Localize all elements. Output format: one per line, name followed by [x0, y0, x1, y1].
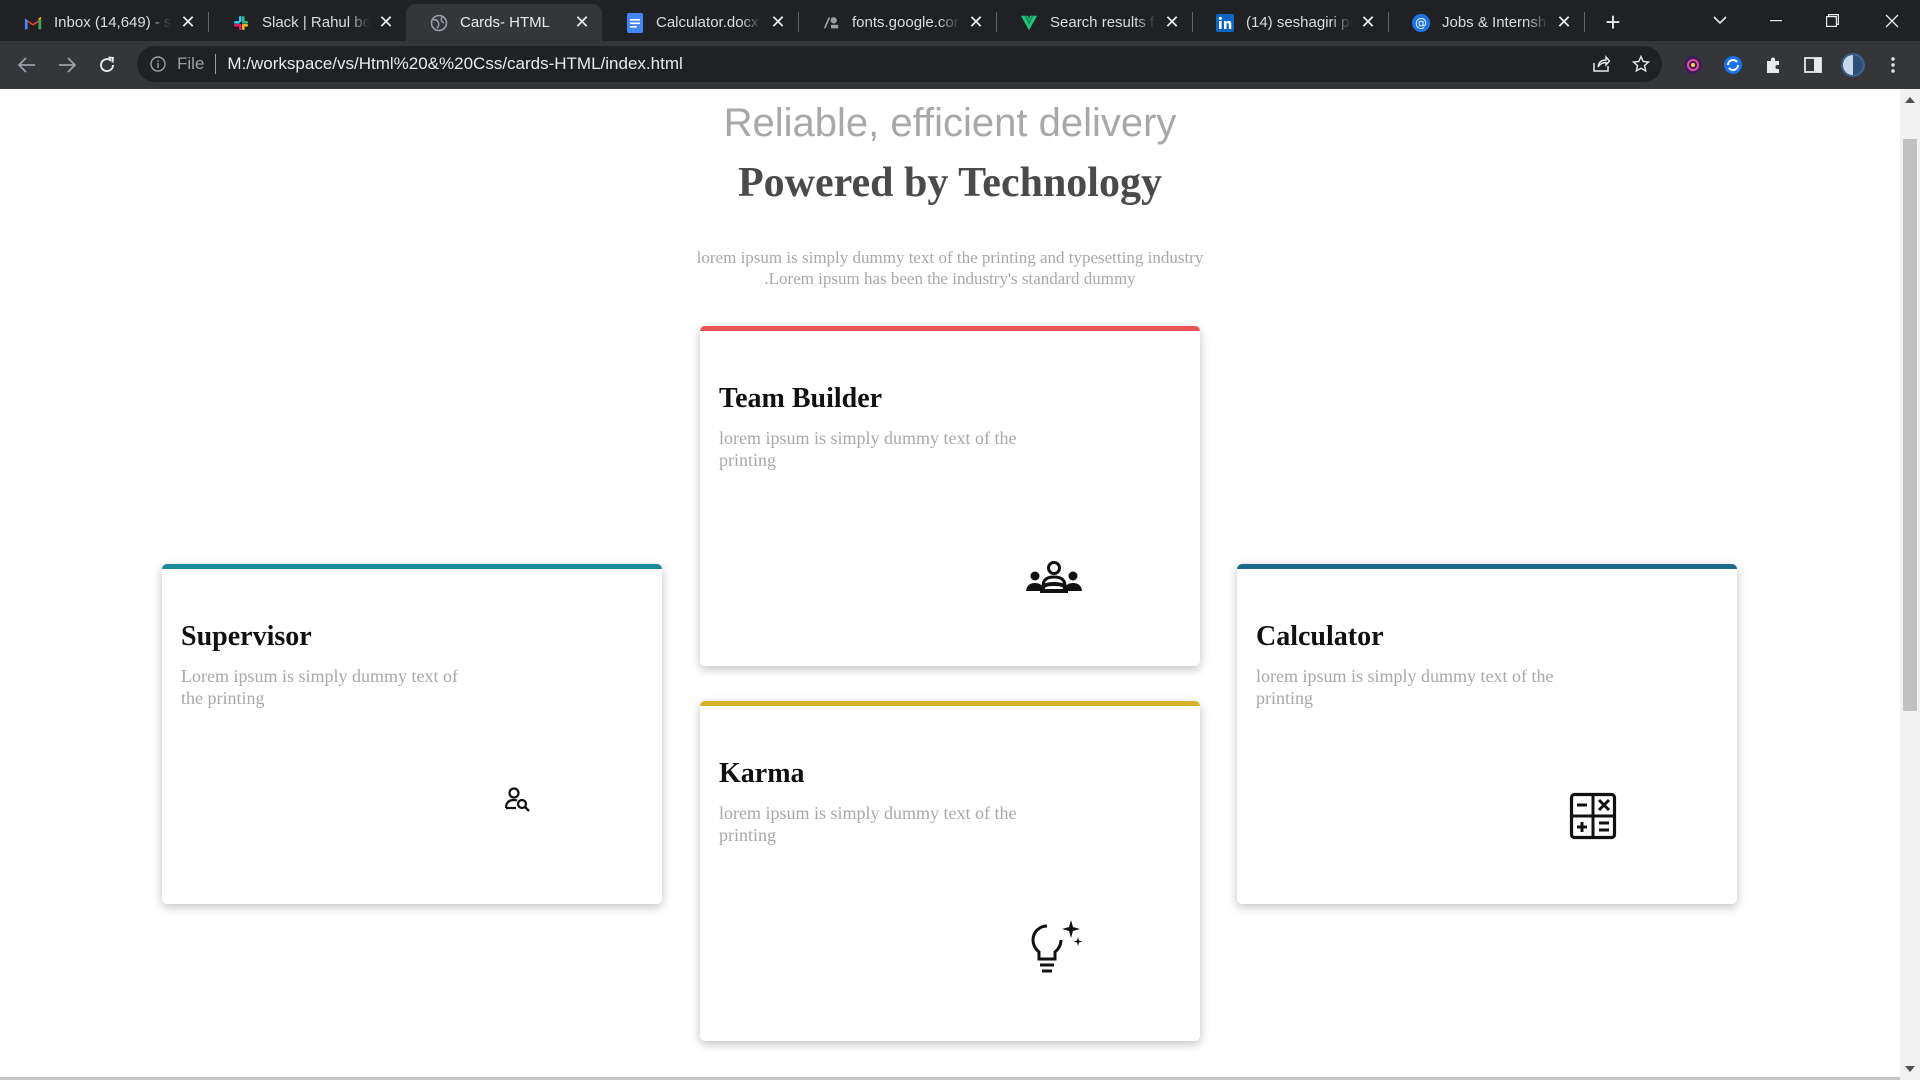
file-scheme-label: File	[177, 54, 205, 73]
chevron-down-icon	[1713, 16, 1727, 25]
intro-line: lorem ipsum is simply dummy text of the …	[696, 248, 1204, 267]
page-subheading: Reliable, efficient delivery	[723, 101, 1177, 145]
intro-text: lorem ipsum is simply dummy text of the …	[0, 247, 1900, 289]
card-supervisor: Supervisor Lorem ipsum is simply dummy t…	[162, 564, 662, 904]
arrow-left-icon	[18, 57, 35, 73]
back-button[interactable]	[11, 49, 43, 81]
share-icon	[1593, 55, 1610, 72]
card-team-builder: Team Builder lorem ipsum is simply dummy…	[700, 326, 1200, 666]
tab-google-fonts[interactable]: fonts.google.com ✕	[798, 4, 996, 41]
tab-title: Jobs & Internship	[1442, 14, 1548, 31]
new-tab-button[interactable]: +	[1598, 7, 1628, 37]
close-window-button[interactable]	[1864, 0, 1920, 41]
bookmark-button[interactable]	[1626, 49, 1656, 79]
forward-button[interactable]	[51, 49, 83, 81]
tab-title: Calculator.docx -	[656, 14, 762, 31]
card-description: lorem ipsum is simply dummy text of the …	[719, 428, 1017, 470]
info-icon[interactable]	[149, 55, 167, 73]
vuetify-icon	[1020, 14, 1038, 32]
tab-title: Search results for	[1050, 14, 1156, 31]
at-sign-icon: @	[1412, 13, 1430, 32]
card-title: Supervisor	[181, 621, 312, 652]
minimize-button[interactable]	[1748, 0, 1804, 41]
restore-icon	[1825, 14, 1839, 27]
tab-cards-html[interactable]: Cards- HTML ✕	[406, 4, 602, 41]
browser-tab-strip: Inbox (14,649) - s ✕ Slack | Rahul bom ✕…	[0, 0, 1920, 41]
star-icon	[1632, 55, 1650, 73]
extension-color-icon[interactable]	[1678, 50, 1708, 80]
close-icon	[1885, 14, 1899, 27]
tab-jobs-internships[interactable]: @ Jobs & Internship ✕	[1388, 4, 1584, 41]
svg-text:@: @	[1415, 16, 1427, 30]
close-icon[interactable]: ✕	[1554, 12, 1574, 33]
tab-search-results[interactable]: Search results for ✕	[996, 4, 1192, 41]
close-icon[interactable]: ✕	[1162, 12, 1182, 33]
card-title: Team Builder	[719, 383, 883, 414]
restore-button[interactable]	[1804, 0, 1860, 41]
minimize-icon	[1770, 19, 1782, 21]
card-description: lorem ipsum is simply dummy text of the …	[719, 803, 1017, 845]
card-calculator: Calculator lorem ipsum is simply dummy t…	[1237, 564, 1737, 904]
group-icon	[1024, 561, 1084, 602]
scroll-up-arrow-icon[interactable]	[1905, 97, 1915, 103]
intro-line: .Lorem ipsum has been the industry's sta…	[764, 269, 1136, 288]
tab-calculator-docx[interactable]: Calculator.docx - ✕	[602, 4, 798, 41]
user-search-icon	[504, 786, 532, 819]
card-title: Karma	[719, 758, 805, 789]
close-icon[interactable]: ✕	[376, 12, 396, 33]
tab-title: fonts.google.com	[852, 14, 960, 31]
tab-title: Cards- HTML	[460, 14, 551, 31]
tab-separator	[1584, 12, 1585, 32]
page-title: Powered by Technology	[738, 160, 1162, 206]
tab-title: Slack | Rahul bom	[262, 14, 370, 31]
close-icon[interactable]: ✕	[1358, 12, 1378, 33]
arrow-right-icon	[59, 57, 76, 73]
docs-icon	[626, 12, 644, 33]
extensions-puzzle-icon[interactable]	[1758, 50, 1788, 80]
tab-slack[interactable]: Slack | Rahul bom ✕	[208, 4, 406, 41]
share-button[interactable]	[1586, 49, 1616, 79]
address-divider	[215, 54, 217, 74]
page-viewport: Reliable, efficient delivery Powered by …	[0, 89, 1900, 1080]
card-karma: Karma lorem ipsum is simply dummy text o…	[700, 701, 1200, 1041]
extension-sync-icon[interactable]	[1718, 50, 1748, 80]
menu-kebab-icon[interactable]	[1878, 50, 1908, 80]
close-icon[interactable]: ✕	[178, 12, 198, 33]
tab-title: (14) seshagiri pen	[1246, 14, 1352, 31]
reload-icon	[100, 56, 115, 73]
vertical-scrollbar[interactable]	[1900, 89, 1920, 1080]
browser-toolbar: File M:/workspace/vs/Html%20&%20Css/card…	[0, 41, 1920, 89]
globe-icon	[430, 14, 448, 32]
google-fonts-icon	[822, 14, 840, 32]
gmail-icon	[24, 14, 42, 32]
profile-avatar[interactable]	[1838, 50, 1868, 80]
address-bar[interactable]: File M:/workspace/vs/Html%20&%20Css/card…	[137, 46, 1662, 82]
close-icon[interactable]: ✕	[768, 12, 788, 33]
reload-button[interactable]	[91, 49, 123, 81]
card-description: lorem ipsum is simply dummy text of the …	[1256, 666, 1554, 708]
slack-icon	[232, 14, 250, 32]
tab-gmail[interactable]: Inbox (14,649) - s ✕	[0, 4, 208, 41]
tab-search-button[interactable]	[1692, 0, 1748, 41]
close-icon[interactable]: ✕	[966, 12, 986, 33]
scrollbar-thumb[interactable]	[1903, 139, 1917, 711]
scroll-down-arrow-icon[interactable]	[1905, 1066, 1915, 1072]
card-title: Calculator	[1256, 621, 1384, 652]
side-panel-icon[interactable]	[1798, 50, 1828, 80]
lightbulb-sparkle-icon	[1026, 918, 1086, 981]
card-description: Lorem ipsum is simply dummy text of the …	[181, 666, 458, 708]
tab-linkedin[interactable]: (14) seshagiri pen ✕	[1192, 4, 1388, 41]
linkedin-icon	[1216, 13, 1234, 32]
close-icon[interactable]: ✕	[572, 12, 592, 33]
calculator-icon	[1569, 792, 1617, 845]
tab-title: Inbox (14,649) - s	[54, 14, 172, 31]
url-text[interactable]: M:/workspace/vs/Html%20&%20Css/cards-HTM…	[227, 54, 682, 74]
